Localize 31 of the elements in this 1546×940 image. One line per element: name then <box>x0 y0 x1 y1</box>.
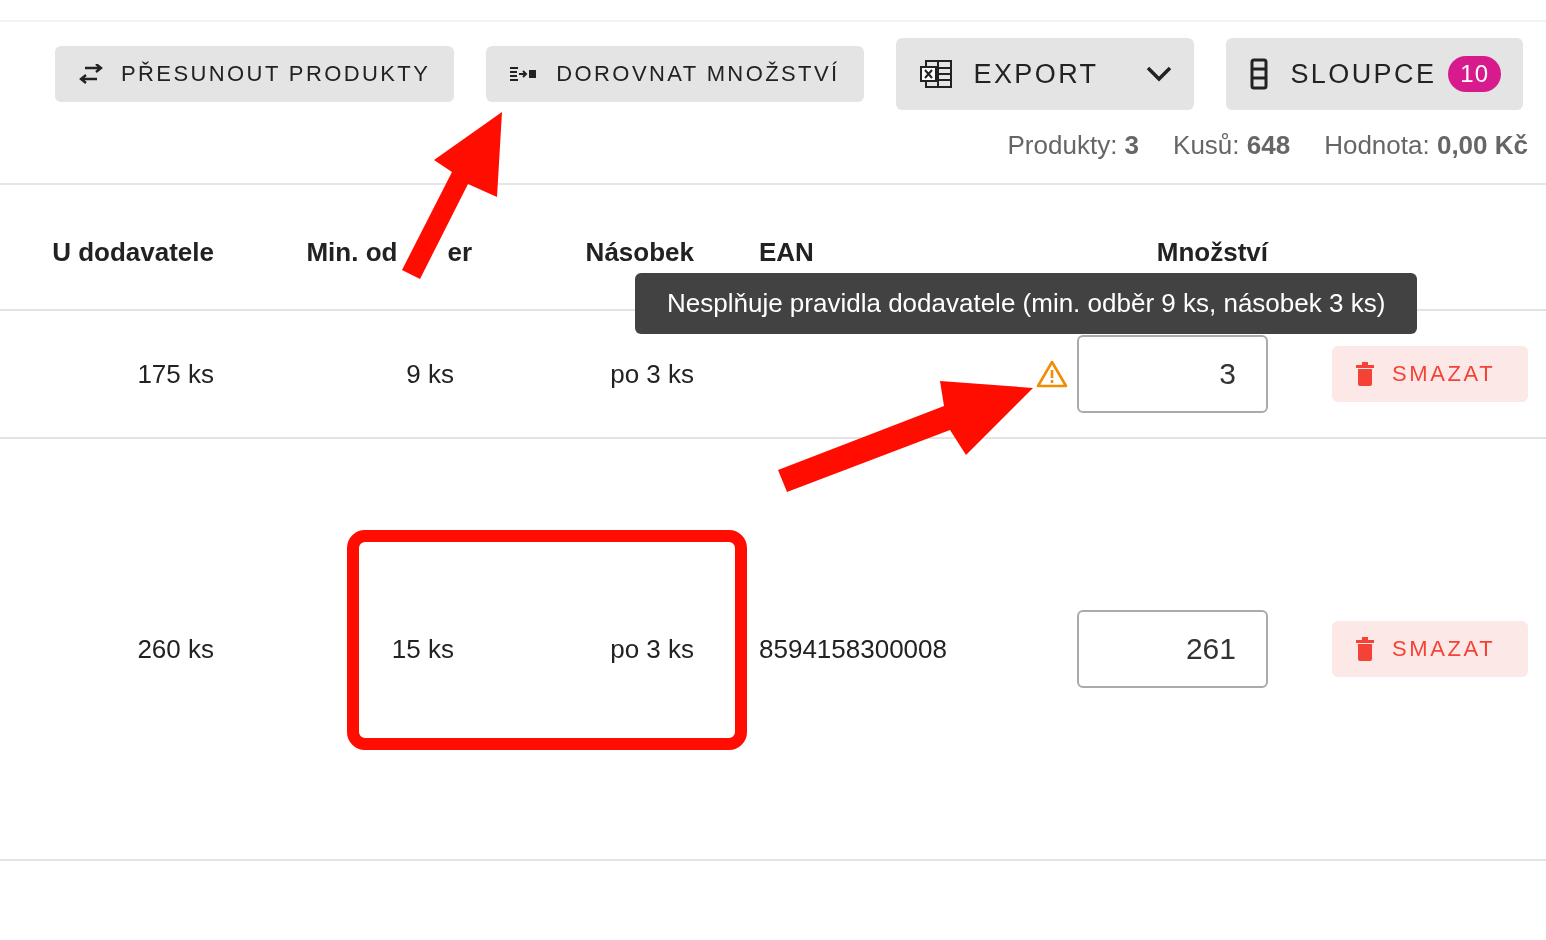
chevron-down-icon <box>1146 66 1173 82</box>
table-cell-text: 8594158300008 <box>758 633 948 665</box>
align-icon <box>510 67 539 81</box>
column-header: U dodavatele <box>52 236 214 267</box>
table-cell: 9 ks <box>406 358 454 390</box>
spreadsheet-icon <box>919 60 952 88</box>
summary-stat: Produkty: 3 <box>1007 130 1140 162</box>
swap-icon <box>79 64 103 84</box>
table-cell: 175 ks <box>137 358 214 390</box>
column-header: EAN <box>759 236 814 267</box>
columns-icon <box>1250 58 1269 90</box>
quantity-field[interactable]: 261 <box>1077 610 1268 688</box>
count-badge: 10 <box>1448 56 1501 92</box>
summary-stat: Kusů: 648 <box>1173 130 1291 162</box>
trash-icon <box>1356 362 1374 386</box>
table-cell: 260 ks <box>137 633 214 665</box>
move-products-button[interactable]: PŘESUNOUT PRODUKTY <box>55 46 455 102</box>
table-cell: po 3 ks <box>610 633 694 665</box>
table-cell: po 3 ks <box>610 358 694 390</box>
summary-stat: Hodnota: 0,00 Kč <box>1324 130 1528 162</box>
quantity-field[interactable]: 3 <box>1077 335 1268 413</box>
table-cell: 15 ks <box>391 633 454 665</box>
export-button[interactable]: EXPORT <box>895 38 1195 110</box>
columns-button[interactable]: SLOUPCE 10 <box>1226 38 1523 110</box>
column-header: Násobek <box>585 236 694 267</box>
column-header: er <box>447 236 472 267</box>
align-quantity-button[interactable]: DOROVNAT MNOŽSTVÍ <box>486 46 864 102</box>
trash-icon <box>1356 637 1374 661</box>
tooltip: Nesplňuje pravidla dodavatele (min. odběr 9 ks, násobek 3 ks) <box>635 273 1418 334</box>
column-header: Min. od <box>306 236 398 267</box>
column-header: Množství <box>1156 236 1268 267</box>
